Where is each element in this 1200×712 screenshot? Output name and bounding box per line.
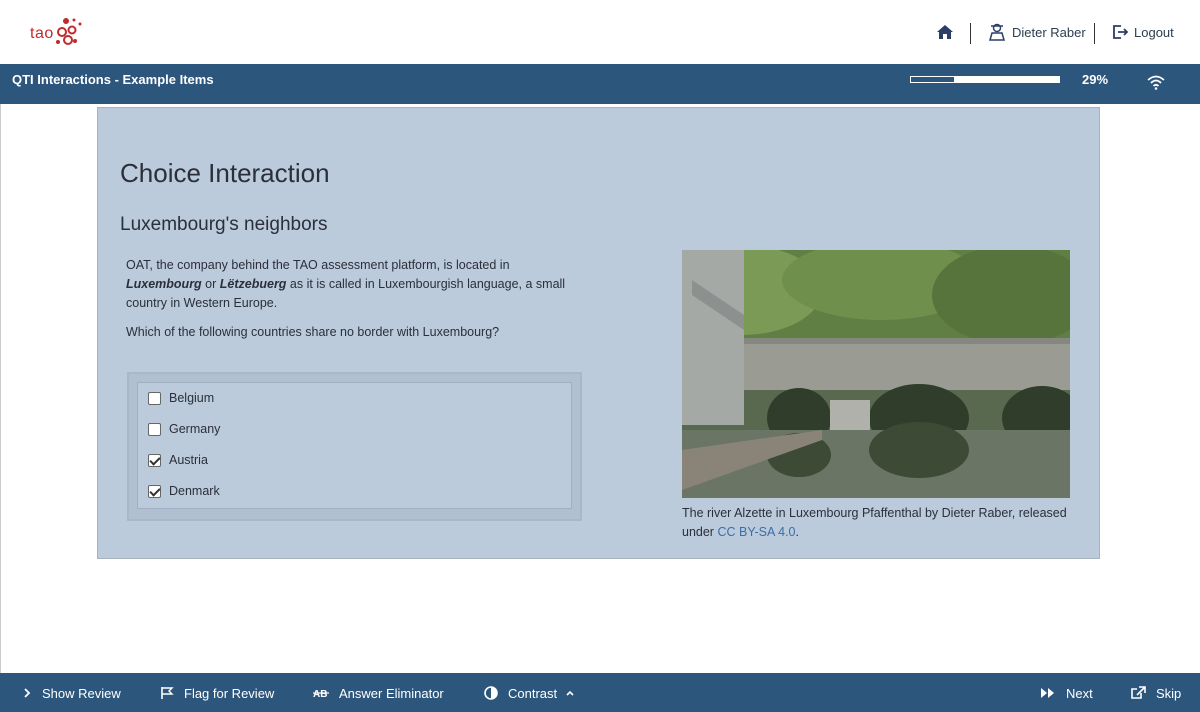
bridge-photo bbox=[682, 250, 1070, 498]
svg-text:AB: AB bbox=[313, 689, 327, 699]
flag-review-label: Flag for Review bbox=[184, 685, 275, 701]
answer-eliminator-label: Answer Eliminator bbox=[339, 685, 444, 701]
choice-belgium[interactable]: Belgium bbox=[148, 388, 214, 408]
home-button[interactable] bbox=[936, 22, 954, 42]
logout-icon bbox=[1113, 25, 1128, 39]
bottom-toolbar: Show Review Flag for Review AB Answer El… bbox=[0, 673, 1200, 712]
test-title: QTI Interactions - Example Items bbox=[12, 72, 214, 87]
image-caption: The river Alzette in Luxembourg Pfaffent… bbox=[682, 504, 1082, 542]
show-review-label: Show Review bbox=[42, 685, 121, 701]
fast-forward-icon bbox=[1041, 688, 1054, 698]
logout-button[interactable]: Logout bbox=[1112, 22, 1174, 42]
logout-label: Logout bbox=[1134, 24, 1174, 40]
contrast-button[interactable]: Contrast bbox=[484, 685, 575, 701]
progress-bar bbox=[910, 76, 1060, 83]
top-header: tao Dieter Raber Logout bbox=[0, 0, 1200, 64]
choice-label: Belgium bbox=[169, 391, 215, 405]
show-review-button[interactable]: Show Review bbox=[22, 685, 121, 701]
chevron-up-icon bbox=[566, 690, 574, 696]
tao-logo: tao bbox=[28, 12, 88, 52]
progress-fill bbox=[911, 77, 954, 82]
choice-denmark[interactable]: Denmark bbox=[148, 481, 220, 501]
qti-item: Choice Interaction Luxembourg's neighbor… bbox=[97, 107, 1100, 559]
choice-interaction: Belgium Germany Austria Denmark bbox=[127, 372, 582, 521]
skip-button[interactable]: Skip bbox=[1130, 685, 1181, 701]
intro-or: or bbox=[201, 277, 220, 291]
choice-label: Germany bbox=[169, 422, 221, 436]
item-content-area: Choice Interaction Luxembourg's neighbor… bbox=[0, 104, 1200, 673]
intro-paragraph: OAT, the company behind the TAO assessme… bbox=[126, 256, 586, 313]
contrast-label: Contrast bbox=[508, 685, 558, 701]
header-divider bbox=[970, 23, 971, 44]
contrast-icon bbox=[484, 686, 498, 700]
home-icon bbox=[937, 25, 953, 39]
flag-review-button[interactable]: Flag for Review bbox=[160, 685, 274, 701]
flag-icon bbox=[161, 687, 174, 699]
choice-checkbox[interactable] bbox=[148, 422, 161, 436]
answer-eliminator-button[interactable]: AB Answer Eliminator bbox=[313, 685, 444, 701]
wifi-icon bbox=[1147, 75, 1165, 90]
header-divider bbox=[1094, 23, 1095, 44]
next-button[interactable]: Next bbox=[1040, 685, 1093, 701]
choice-checkbox[interactable] bbox=[148, 484, 161, 498]
choice-label: Denmark bbox=[169, 484, 220, 498]
progress-label: 29% bbox=[1082, 72, 1109, 87]
test-title-bar: QTI Interactions - Example Items 29% bbox=[0, 64, 1200, 104]
next-label: Next bbox=[1066, 685, 1093, 701]
external-link-icon bbox=[1131, 686, 1146, 699]
bridge-image bbox=[682, 250, 1070, 498]
intro-letzebuerg: Lëtzebuerg bbox=[219, 277, 287, 291]
item-title: Choice Interaction bbox=[120, 158, 330, 188]
license-link[interactable]: CC BY-SA 4.0 bbox=[717, 525, 795, 539]
choice-checkbox[interactable] bbox=[148, 453, 161, 467]
choice-label: Austria bbox=[169, 453, 208, 467]
question-prompt: Which of the following countries share n… bbox=[126, 325, 500, 339]
skip-label: Skip bbox=[1156, 685, 1182, 701]
choice-list: Belgium Germany Austria Denmark bbox=[137, 382, 572, 509]
choice-checkbox[interactable] bbox=[148, 391, 161, 405]
chevron-right-icon bbox=[24, 688, 31, 698]
choice-germany[interactable]: Germany bbox=[148, 419, 220, 439]
user-icon bbox=[989, 23, 1005, 41]
eliminator-icon: AB bbox=[313, 689, 329, 699]
choice-austria[interactable]: Austria bbox=[148, 450, 208, 470]
intro-luxembourg: Luxembourg bbox=[126, 277, 202, 291]
user-menu[interactable]: Dieter Raber bbox=[988, 22, 1086, 42]
user-name: Dieter Raber bbox=[1012, 24, 1086, 40]
item-subtitle: Luxembourg's neighbors bbox=[120, 214, 328, 235]
logo-dots-icon bbox=[56, 18, 82, 45]
intro-text: OAT, the company behind the TAO assessme… bbox=[126, 258, 510, 272]
caption-end: . bbox=[795, 525, 799, 539]
